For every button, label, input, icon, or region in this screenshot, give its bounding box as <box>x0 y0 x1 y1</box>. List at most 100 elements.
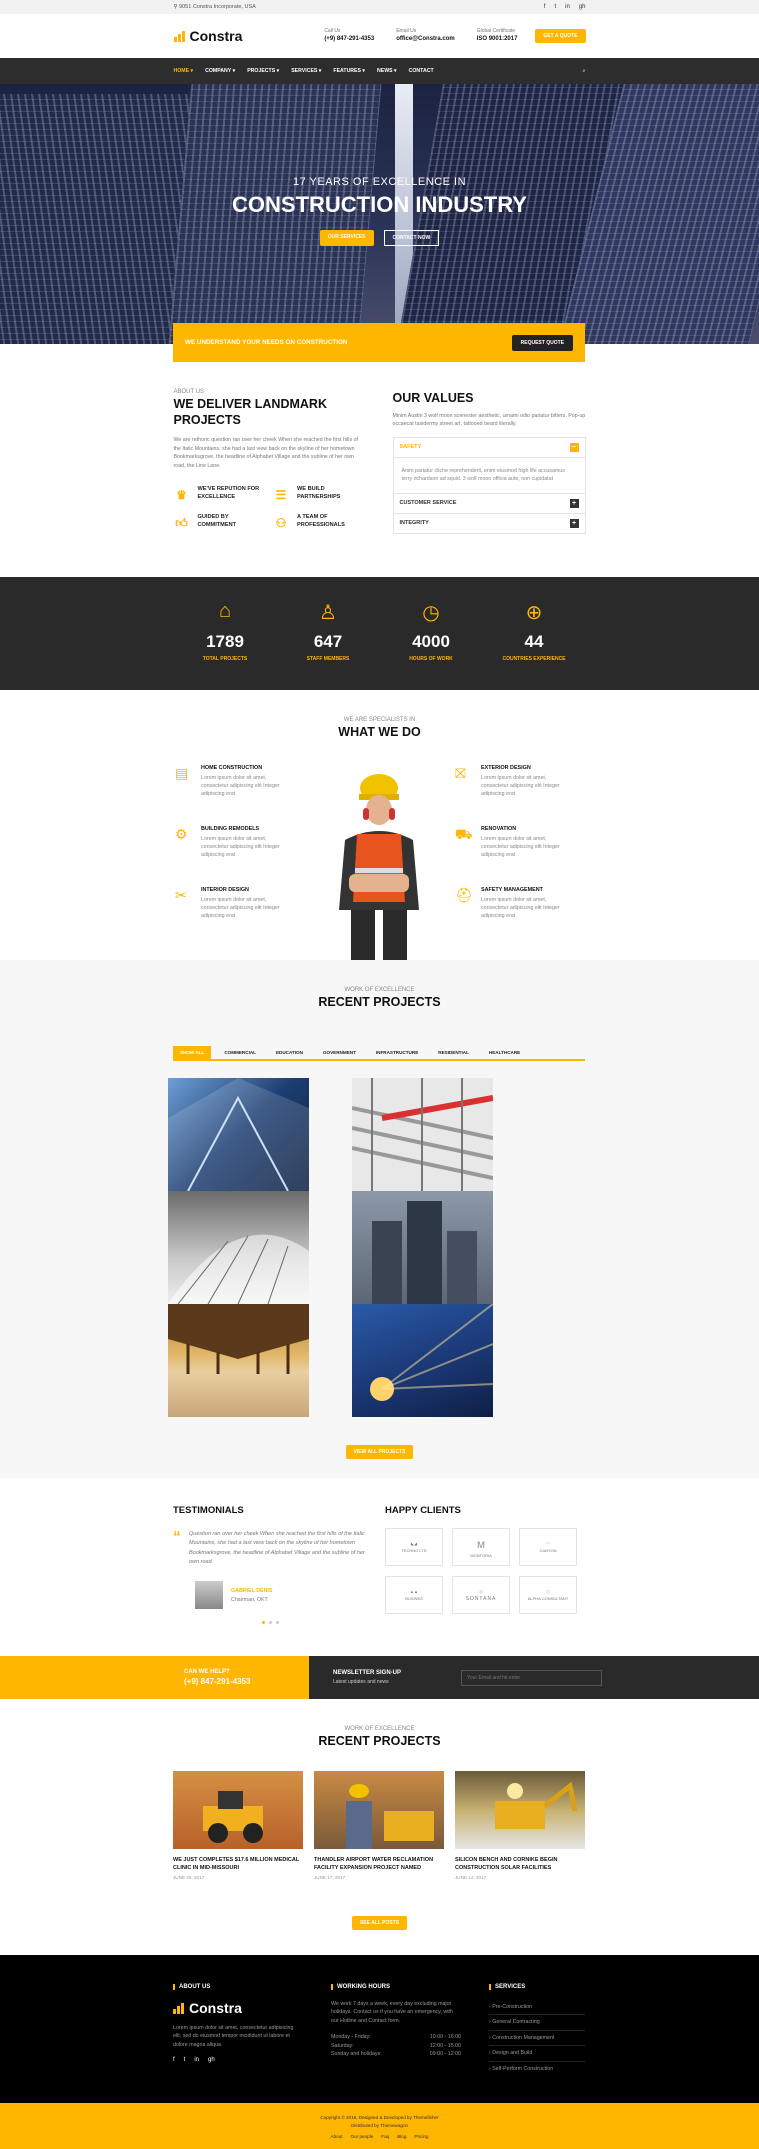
project-image[interactable] <box>352 1191 493 1304</box>
news-card[interactable]: THANDLER AIRPORT WATER RECLAMATION FACIL… <box>314 1771 444 1880</box>
twitter-icon[interactable]: t <box>554 4 556 10</box>
client-logo[interactable]: ᴍ MONTORIA <box>452 1528 510 1566</box>
twitter-icon[interactable]: t <box>184 2057 186 2063</box>
service-item: ▤ HOME CONSTRUCTION Lorem ipsum dolor sit … <box>175 765 280 798</box>
newsletter-email-input[interactable] <box>461 1669 603 1686</box>
home-construction-icon: ▤ <box>175 765 189 781</box>
client-logo[interactable]: ▲▲ BUSINES <box>385 1576 443 1614</box>
nav-item-projects[interactable]: PROJECTS ▾ <box>247 68 279 74</box>
address: ⚲ 9051 Constra Incorporate, USA <box>173 4 256 10</box>
nav-item-home[interactable]: HOME ▾ <box>174 68 194 74</box>
call-us: Call Us (+9) 847-291-4353 <box>324 28 375 43</box>
facebook-icon[interactable]: f <box>173 2057 175 2063</box>
accordion-header-customer-service[interactable]: CUSTOMER SERVICE + <box>393 494 585 514</box>
logo-icon <box>173 2002 186 2014</box>
carousel-dots[interactable] <box>173 1621 368 1625</box>
tab-healthcare[interactable]: HEALTHCARE <box>482 1046 527 1059</box>
distributed-text: Distributed by Themewagon <box>350 2123 409 2128</box>
accordion-header-safety[interactable]: SAFETY − <box>393 438 585 458</box>
footer-link-blog[interactable]: Blog <box>397 2134 406 2139</box>
newsletter-block: NEWSLETTER SIGN-UP Latest updates and ne… <box>309 1656 759 1699</box>
footer-hours-text: We work 7 days a week, every day excludi… <box>331 2001 453 2024</box>
footer-link-pricing[interactable]: Pricing <box>414 2134 428 2139</box>
client-logo[interactable]: ◣◢ TECHNO LTD <box>385 1528 443 1566</box>
nav-item-features[interactable]: FEATURES ▾ <box>333 68 365 74</box>
minus-icon: − <box>569 442 579 452</box>
footer-about-title: ABOUT US <box>173 1984 303 1990</box>
glass-facade-image <box>168 1078 309 1191</box>
client-logo[interactable]: ◇ SONTANA <box>452 1576 510 1614</box>
news-card[interactable]: WE JUST COMPLETES $17.6 MILLION MEDICAL … <box>173 1771 303 1880</box>
news-title: RECENT PROJECTS <box>318 1734 441 1748</box>
tools-icon: ✂ <box>175 887 187 903</box>
footer-link-about[interactable]: About <box>331 2134 343 2139</box>
footer-service-link[interactable]: › Construction Management <box>489 2031 585 2047</box>
hex-logo-icon: ⬡ <box>546 1589 550 1594</box>
news-card[interactable]: SILICON BENCH AND CORNIKE BEGIN CONSTRUC… <box>455 1771 585 1880</box>
github-icon[interactable]: gh <box>579 4 586 10</box>
service-item: ⛑ SAFETY MANAGEMENT Lorem ipsum dolor sit … <box>455 887 560 920</box>
copyright-bar: Copyright © 2019, Designed & Developed b… <box>0 2103 759 2149</box>
logo[interactable]: Constra <box>173 28 242 44</box>
email-us: Email Us office@Constra.com <box>396 28 455 43</box>
accordion-body: Anim pariatur cliche reprehenderit, enim… <box>393 458 585 494</box>
tab-government[interactable]: GOVERNMENT <box>316 1046 363 1059</box>
footer-service-link[interactable]: › Self-Perform Construction <box>489 2062 585 2076</box>
request-quote-button[interactable]: REQUEST QUOTE <box>511 334 573 351</box>
testimonials-title: TESTIMONIALS <box>173 1505 244 1516</box>
projects-title: RECENT PROJECTS <box>318 995 441 1009</box>
tab-residential[interactable]: RESIDENTIAL <box>431 1046 476 1059</box>
tab-commercial[interactable]: COMMERCIAL <box>217 1046 263 1059</box>
footer-service-link[interactable]: › Pre-Construction <box>489 2000 585 2016</box>
our-services-button[interactable]: Our Services <box>319 230 374 246</box>
tab-show-all[interactable]: SHOW ALL <box>173 1045 212 1059</box>
project-image[interactable] <box>168 1078 309 1191</box>
triangle-logo-icon: ◣◢ <box>410 1541 418 1546</box>
about-column: About Us WE DELIVER LANDMARK PROJECTS We… <box>174 389 367 534</box>
nav-item-company[interactable]: COMPANY ▾ <box>205 68 235 74</box>
nav-item-contact[interactable]: CONTACT <box>409 68 434 74</box>
recent-projects-section: Work of Excellence RECENT PROJECTS SHOW … <box>0 960 759 1478</box>
news-kicker: Work of Excellence <box>344 1726 415 1732</box>
peak-logo-icon: ▲▲ <box>410 1589 418 1594</box>
tab-education[interactable]: EDUCATION <box>269 1046 310 1059</box>
bulldozer-image <box>173 1771 303 1849</box>
footer-service-link[interactable]: › General Contracting <box>489 2015 585 2031</box>
see-all-posts-button[interactable]: SEE ALL POSTS <box>351 1916 408 1930</box>
get-quote-button[interactable]: Get a Quote <box>535 29 586 43</box>
feature-item: ☰ WE BUILD PARTNERSHIPS <box>273 486 367 502</box>
github-icon[interactable]: gh <box>208 2057 215 2063</box>
help-phone[interactable]: (+9) 847-291-4353 <box>184 1677 309 1686</box>
instagram-icon[interactable]: in <box>194 2057 199 2063</box>
engineer-image <box>314 1771 444 1849</box>
top-bar: ⚲ 9051 Constra Incorporate, USA f t in g… <box>0 0 759 14</box>
stats-section: ⌂ 1789 TOTAL PROJECTS ♙ 647 STAFF MEMBERS ◷ 4… <box>0 577 759 690</box>
nav-item-news[interactable]: NEWS ▾ <box>377 68 397 74</box>
client-logo[interactable]: ◠ CANYON <box>519 1528 577 1566</box>
quote-icon: “ <box>173 1529 181 1546</box>
search-icon[interactable]: ⌕ <box>583 68 586 75</box>
accordion-header-integrity[interactable]: INTEGRITY + <box>394 514 585 533</box>
footer-hours-title: WORKING HOURS <box>331 1984 461 1990</box>
trophy-icon: ♛ <box>176 487 187 502</box>
project-image[interactable] <box>168 1191 309 1304</box>
hero-caption: 17 YEARS OF EXCELLENCE IN CONSTRUCTION I… <box>0 176 759 246</box>
blueprint-icon: ⛝ <box>455 765 466 781</box>
project-image[interactable] <box>352 1078 493 1191</box>
footer-service-link[interactable]: › Design and Build <box>489 2046 585 2062</box>
nav-item-services[interactable]: SERVICES ▾ <box>291 68 321 74</box>
instagram-icon[interactable]: in <box>565 4 570 10</box>
footer-logo[interactable]: Constra <box>173 2000 303 2016</box>
gear-icon: ⚙ <box>175 826 188 842</box>
facebook-icon[interactable]: f <box>544 4 546 10</box>
project-image[interactable] <box>168 1304 309 1417</box>
contact-now-button[interactable]: Contact Now <box>383 230 440 246</box>
project-image[interactable] <box>352 1304 493 1417</box>
footer-link-faq[interactable]: Faq <box>381 2134 389 2139</box>
client-logo[interactable]: ⬡ ALPHA CONSULTANT <box>519 1576 577 1614</box>
feature-item: 👍︎ GUIDED BY COMMITMENT <box>175 514 237 530</box>
stat-item: ⊕ 44 COUNTRIES EXPERIENCE <box>489 600 579 662</box>
tab-infrastructure[interactable]: INFRASTRUCTURE <box>369 1046 425 1059</box>
view-all-projects-button[interactable]: VIEW ALL PROJECTS <box>345 1445 414 1459</box>
footer-link-people[interactable]: Our people <box>351 2134 374 2139</box>
